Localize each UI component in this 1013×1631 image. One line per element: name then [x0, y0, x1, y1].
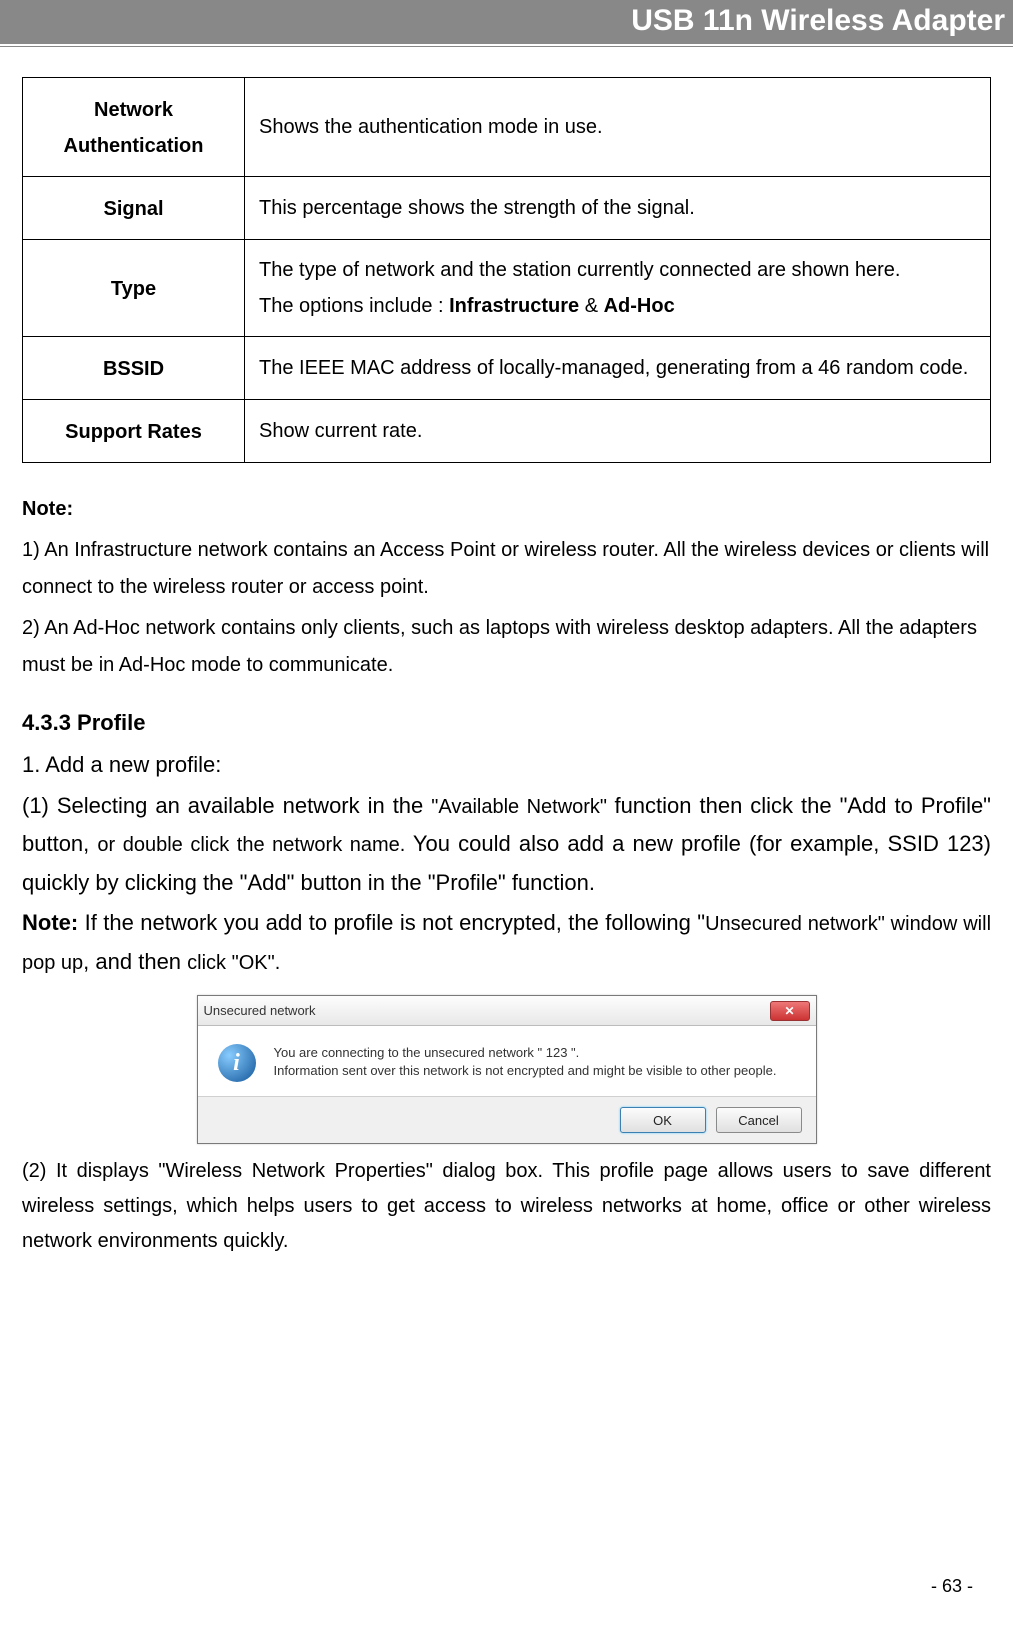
p3-e: click "OK". — [187, 952, 280, 974]
type-amp: & — [579, 295, 603, 317]
row-label: Support Rates — [23, 400, 245, 463]
row-label: Signal — [23, 177, 245, 240]
ok-button-label: OK — [653, 1113, 672, 1128]
dialog-line2: Information sent over this network is no… — [274, 1063, 777, 1078]
ok-button[interactable]: OK — [620, 1107, 706, 1133]
dialog-titlebar: Unsecured network ✕ — [198, 996, 816, 1026]
row-label: BSSID — [23, 337, 245, 400]
page-header: USB 11n Wireless Adapter — [0, 0, 1013, 44]
row-label: Type — [23, 240, 245, 337]
table-row: Type The type of network and the station… — [23, 240, 991, 337]
dialog-title: Unsecured network — [204, 1003, 316, 1018]
row-desc: The type of network and the station curr… — [245, 240, 991, 337]
note-heading: Note: — [22, 491, 991, 528]
page-number: - 63 - — [931, 1576, 973, 1597]
unsecured-network-dialog: Unsecured network ✕ i You are connecting… — [197, 995, 817, 1144]
cancel-button-label: Cancel — [738, 1113, 778, 1128]
close-icon: ✕ — [784, 1004, 794, 1018]
dialog-line1: You are connecting to the unsecured netw… — [274, 1045, 580, 1060]
dialog-message: You are connecting to the unsecured netw… — [274, 1044, 777, 1082]
p2-d: or double click the network name. — [97, 834, 413, 856]
row-label: Network Authentication — [23, 78, 245, 177]
row-desc: This percentage shows the strength of th… — [245, 177, 991, 240]
p3-d: , and then — [83, 949, 187, 974]
type-desc-line2-prefix: The options include : — [259, 295, 449, 317]
section-p2: (1) Selecting an available network in th… — [22, 787, 991, 903]
cancel-button[interactable]: Cancel — [716, 1107, 802, 1133]
table-row: BSSID The IEEE MAC address of locally-ma… — [23, 337, 991, 400]
note-line-1: 1) An Infrastructure network contains an… — [22, 532, 991, 606]
table-row: Support Rates Show current rate. — [23, 400, 991, 463]
row-desc: Show current rate. — [245, 400, 991, 463]
info-icon: i — [218, 1044, 256, 1082]
header-title: USB 11n Wireless Adapter — [631, 4, 1005, 37]
type-option-adhoc: Ad-Hoc — [604, 295, 675, 317]
dialog-body: i You are connecting to the unsecured ne… — [198, 1026, 816, 1096]
p2-a: (1) Selecting an available network in th… — [22, 793, 431, 818]
section-p4: (2) It displays "Wireless Network Proper… — [22, 1154, 991, 1259]
section-p1: 1. Add a new profile: — [22, 746, 991, 785]
dialog-footer: OK Cancel — [198, 1096, 816, 1143]
row-desc: Shows the authentication mode in use. — [245, 78, 991, 177]
header-divider — [0, 46, 1013, 47]
type-option-infrastructure: Infrastructure — [449, 295, 579, 317]
section-heading: 4.3.3 Profile — [22, 710, 991, 736]
table-row: Signal This percentage shows the strengt… — [23, 177, 991, 240]
note-line-2: 2) An Ad-Hoc network contains only clien… — [22, 610, 991, 684]
specification-table: Network Authentication Shows the authent… — [22, 77, 991, 463]
table-row: Network Authentication Shows the authent… — [23, 78, 991, 177]
p3-a: Note: — [22, 910, 85, 935]
p3-b: If the network you add to profile is not… — [85, 910, 705, 935]
type-desc-line1: The type of network and the station curr… — [259, 259, 900, 281]
row-desc: The IEEE MAC address of locally-managed,… — [245, 337, 991, 400]
close-button[interactable]: ✕ — [770, 1001, 810, 1021]
section-p3: Note: If the network you add to profile … — [22, 904, 991, 981]
p2-b: "Available Network" — [431, 796, 614, 818]
